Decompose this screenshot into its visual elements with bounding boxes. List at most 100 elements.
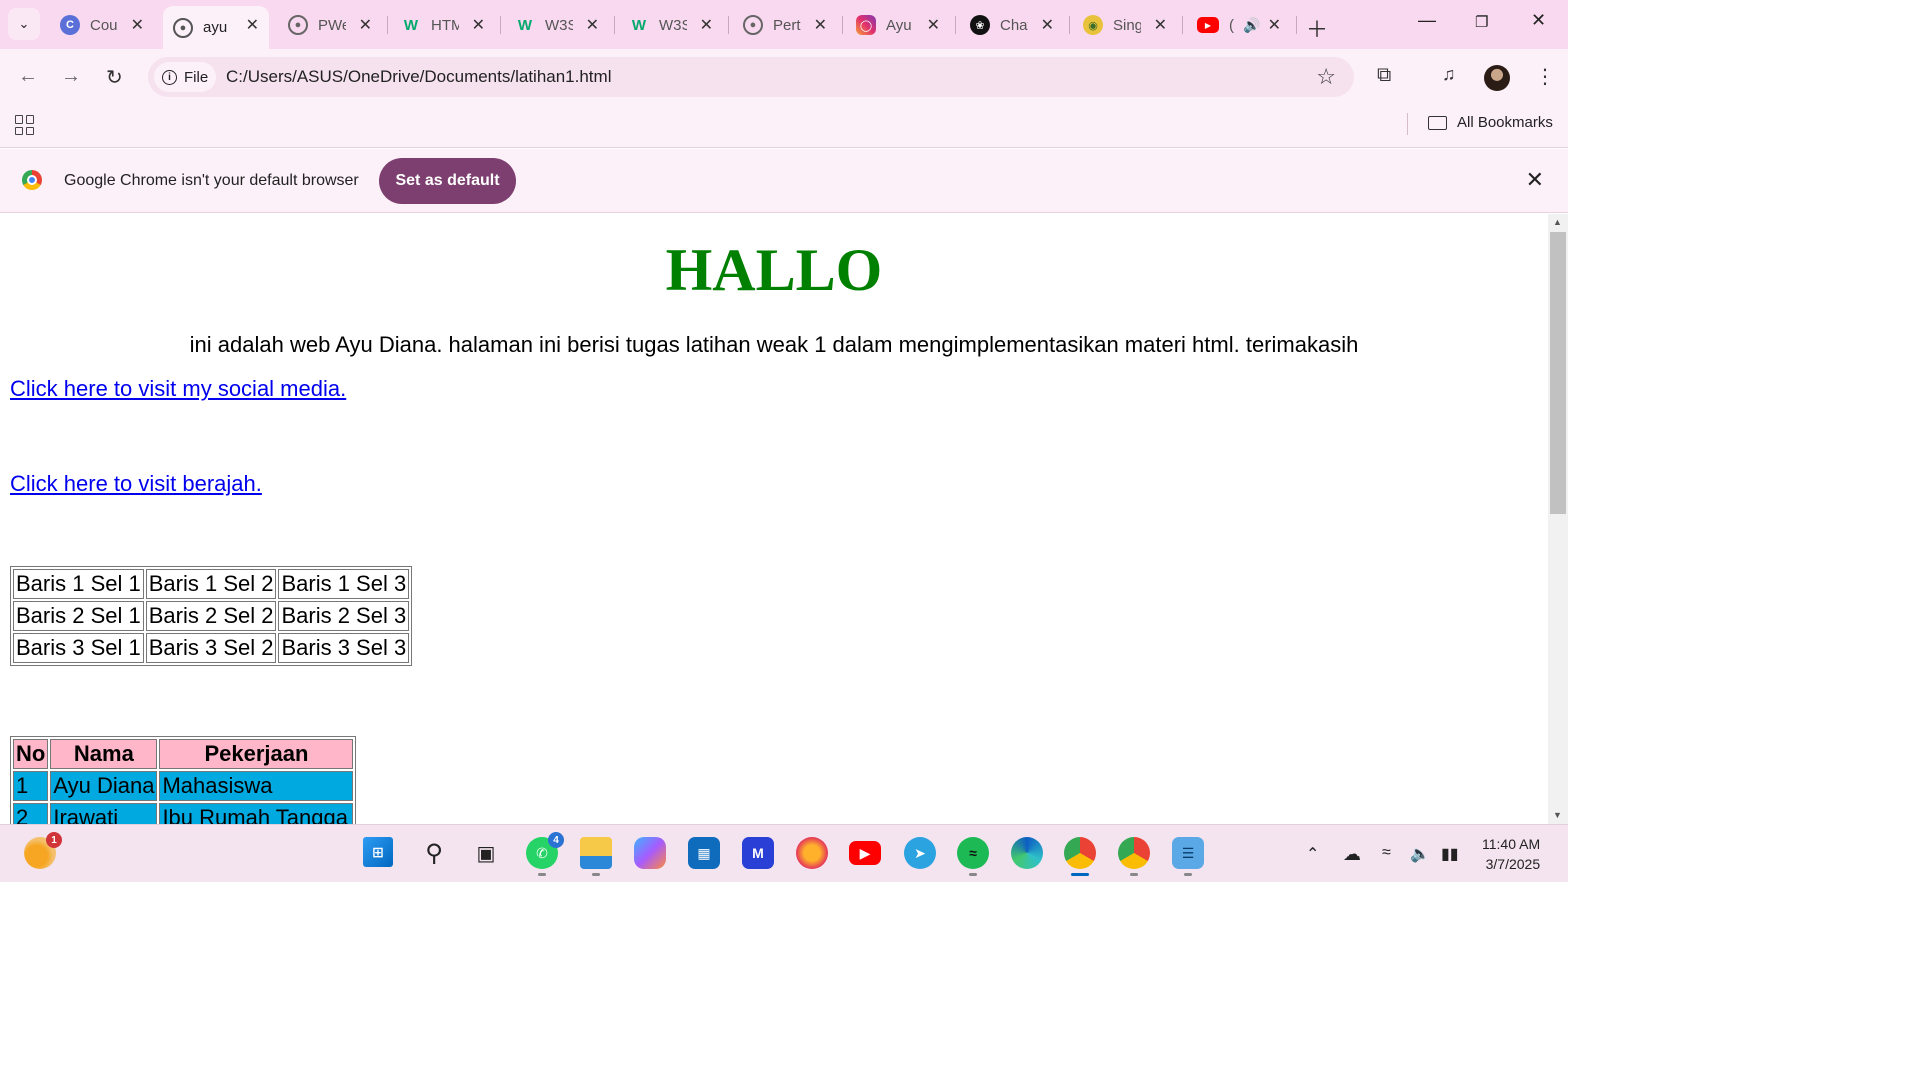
default-browser-infobar: Google Chrome isn't your default browser… [0,149,1568,213]
tab-pert[interactable]: ● Pert ✕ [733,6,837,44]
tab-copilot[interactable]: C Cou ✕ [50,6,154,44]
microsoft-store-icon[interactable]: ▦ [688,837,720,869]
speaker-icon[interactable]: 🔊 [1243,17,1260,34]
site-info-chip[interactable]: i File [154,62,216,92]
tab-chatgpt[interactable]: ❀ Chat ✕ [960,6,1064,44]
tab-sing[interactable]: ◉ Sing ✕ [1073,6,1177,44]
table-cell: 2 [13,803,49,824]
close-icon[interactable]: ✕ [1526,167,1544,193]
system-clock[interactable]: 11:40 AM 3/7/2025 [1482,834,1540,874]
table-cell: Irawati [50,803,158,824]
bookmark-star-icon[interactable]: ☆ [1316,64,1336,90]
running-indicator [1130,873,1138,876]
tab-label: Pert [773,16,801,34]
close-icon[interactable]: ✕ [1268,15,1281,35]
youtube-app-icon[interactable]: ▶ [849,841,881,865]
chrome-profile-icon[interactable] [1118,837,1150,869]
apps-grid-icon[interactable] [15,115,35,135]
spotify-icon[interactable]: ≈ [957,837,989,869]
url-text[interactable]: C:/Users/ASUS/OneDrive/Documents/latihan… [226,67,611,87]
tab-separator [842,16,843,34]
chrome-app-icon[interactable] [1064,837,1096,869]
reload-icon[interactable]: ↻ [106,65,123,90]
forward-arrow-icon[interactable]: → [61,65,81,88]
tab-label: PWe [318,16,346,34]
chevron-down-icon: ⌄ [18,16,30,31]
notepad-icon[interactable]: ☰ [1172,837,1204,869]
bookmarks-separator [1407,113,1408,135]
tab-w3s-1[interactable]: W W3S ✕ [505,6,609,44]
telegram-icon[interactable]: ➤ [904,837,936,869]
social-media-link[interactable]: Click here to visit my social media. [10,376,346,402]
scroll-down-arrow-icon[interactable]: ▼ [1553,810,1562,820]
copilot-icon: C [60,15,80,35]
tab-w3s-2[interactable]: W W3S ✕ [619,6,723,44]
start-windows-icon[interactable]: ⊞ [363,837,393,867]
table-row: 1 Ayu Diana Mahasiswa [13,771,354,801]
whatsapp-icon[interactable]: ✆ 4 [526,832,564,869]
file-explorer-icon[interactable] [580,837,612,869]
weather-widget-icon[interactable]: 1 [24,832,62,869]
chrome-logo-icon [22,170,42,190]
close-icon[interactable]: ✕ [927,15,940,35]
tab-instagram[interactable]: ◯ Ayu ✕ [846,6,950,44]
wifi-icon[interactable]: ≈ [1382,844,1391,862]
new-tab-plus-icon[interactable]: ＋ [1306,12,1328,44]
address-bar[interactable]: i File C:/Users/ASUS/OneDrive/Documents/… [148,57,1354,97]
close-icon[interactable]: ✕ [1041,15,1054,35]
globe-icon: ● [173,17,193,38]
clock-date: 3/7/2025 [1485,856,1541,872]
media-control-icon[interactable]: ♫ [1442,64,1456,85]
people-table: No Nama Pekerjaan 1 Ayu Diana Mahasiswa … [10,736,357,824]
close-icon[interactable]: ✕ [359,15,372,35]
all-bookmarks-button[interactable]: All Bookmarks [1428,114,1553,131]
info-icon: i [162,69,177,85]
volume-icon[interactable]: 🔈 [1410,844,1430,864]
edge-icon[interactable] [1011,837,1043,869]
globe-icon: ● [743,15,763,35]
math-app-icon[interactable]: M [742,837,774,869]
w3schools-icon: W [403,16,419,34]
running-indicator [538,873,546,876]
bookmarks-bar: All Bookmarks [0,105,1568,148]
tab-pwe[interactable]: ● PWe ✕ [278,6,382,44]
tab-htm[interactable]: W HTM ✕ [391,6,495,44]
firefox-icon[interactable] [796,837,828,869]
page-heading: HALLO [665,237,883,303]
close-icon[interactable]: ✕ [131,15,144,35]
close-icon[interactable]: ✕ [586,15,599,35]
tab-youtube[interactable]: ▶ ( 🔊 ✕ [1187,6,1291,44]
restore-icon[interactable]: ❐ [1475,13,1488,31]
close-icon[interactable]: ✕ [1154,15,1167,35]
scroll-up-arrow-icon[interactable]: ▲ [1553,217,1562,227]
close-icon[interactable]: ✕ [472,15,485,35]
close-icon[interactable]: ✕ [246,15,259,35]
tab-separator [1069,16,1070,34]
youtube-icon: ▶ [1197,17,1219,33]
profile-avatar[interactable] [1484,65,1510,91]
menu-kebab-icon[interactable]: ⋮ [1535,64,1555,89]
onedrive-cloud-icon[interactable]: ☁ [1343,844,1361,865]
tab-label: Sing [1113,16,1141,34]
minimize-icon[interactable]: — [1418,10,1436,31]
battery-icon[interactable]: ▮▮ [1441,844,1459,864]
back-arrow-icon[interactable]: ← [18,65,38,88]
task-view-icon[interactable]: ▣ [470,837,502,869]
berajah-link[interactable]: Click here to visit berajah. [10,471,262,497]
close-window-icon[interactable]: ✕ [1531,10,1546,31]
table-cell: Baris 2 Sel 1 [13,601,144,631]
vertical-scrollbar[interactable]: ▲ ▼ [1548,214,1568,824]
scrollbar-thumb[interactable] [1550,232,1566,514]
copilot-app-icon[interactable] [634,837,666,869]
close-icon[interactable]: ✕ [700,15,713,35]
table-row: Baris 1 Sel 1 Baris 1 Sel 2 Baris 1 Sel … [13,569,410,599]
w3schools-icon: W [517,16,533,34]
clock-time: 11:40 AM [1482,836,1541,852]
show-hidden-icons-chevron-icon[interactable]: ⌃ [1306,844,1319,864]
tab-search-button[interactable]: ⌄ [8,8,40,40]
tab-active-ayu[interactable]: ● ayu ✕ [163,6,269,49]
search-icon[interactable]: ⚲ [418,837,450,869]
extensions-puzzle-icon[interactable]: ⧉ [1377,64,1391,87]
set-as-default-button[interactable]: Set as default [379,158,516,204]
close-icon[interactable]: ✕ [814,15,827,35]
